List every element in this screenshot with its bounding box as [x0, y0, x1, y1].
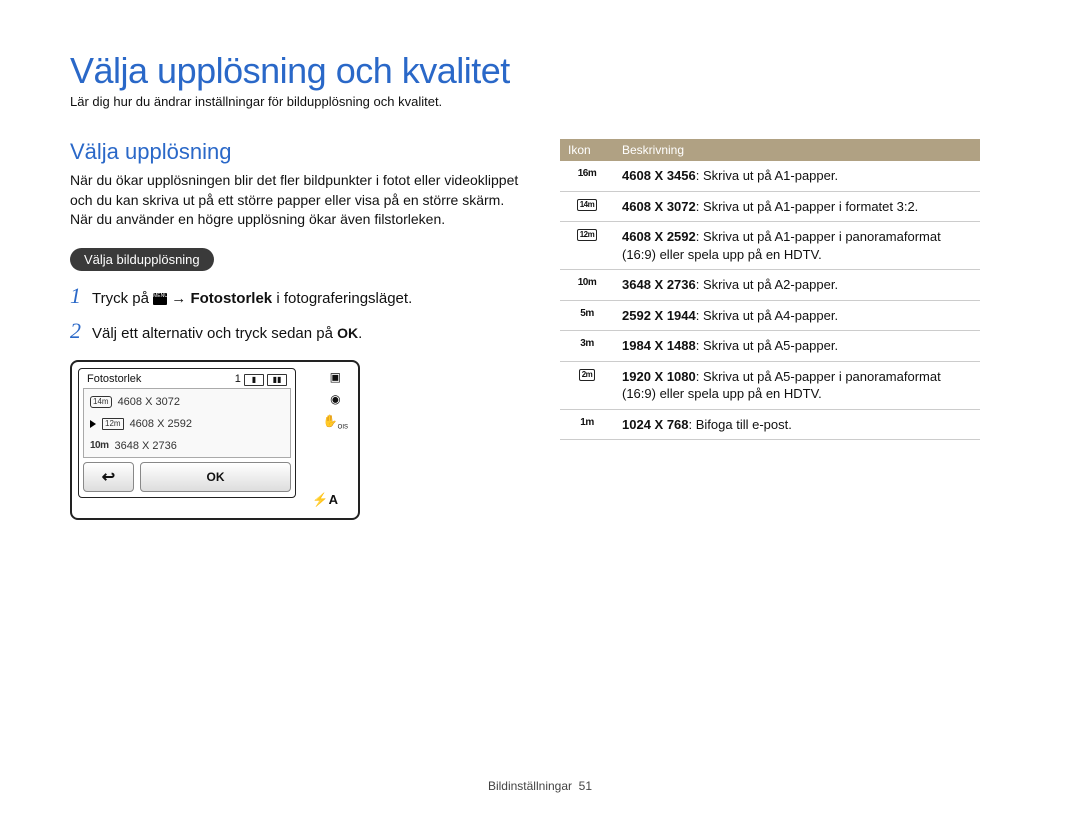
table-row: 3m 1984 X 1488: Skriva ut på A5-papper. [560, 331, 980, 362]
generic-status-icon: ▣ [330, 370, 341, 384]
res-desc-cell: 2592 X 1944: Skriva ut på A4-papper. [614, 300, 980, 331]
table-row: 5m 2592 X 1944: Skriva ut på A4-papper. [560, 300, 980, 331]
res-mini-icon: 12m [577, 229, 598, 241]
res-value: 1984 X 1488 [622, 338, 696, 353]
res-mini-icon: 5m [580, 307, 593, 321]
res-value: 4608 X 3456 [622, 168, 696, 183]
res-mini-icon: 16m [578, 167, 597, 181]
res-value: 1920 X 1080 [622, 369, 696, 384]
res-mini-icon: 2m [579, 369, 596, 381]
res-desc-cell: 4608 X 3072: Skriva ut på A1-papper i fo… [614, 191, 980, 222]
screenshot-list: 14m 4608 X 3072 12m 4608 X 2592 10m 3648… [83, 388, 291, 458]
step-1-pre: Tryck på [92, 290, 153, 307]
generic-status-icon: ◉ [330, 392, 340, 406]
res-value: 1024 X 768 [622, 417, 689, 432]
step-2-pre: Välj ett alternativ och tryck sedan på [92, 325, 337, 342]
step-2-post: . [358, 325, 362, 342]
res-icon-cell: 14m [560, 191, 614, 222]
table-row: 2m 1920 X 1080: Skriva ut på A5-papper i … [560, 361, 980, 409]
step-1: 1 Tryck på MENU → Fotostorlek i fotograf… [70, 283, 530, 311]
left-column: Välja upplösning När du ökar upplösninge… [70, 139, 530, 520]
res-mini-icon: 1m [580, 416, 593, 430]
res-icon-cell: 16m [560, 161, 614, 191]
page-footer: Bildinställningar 51 [0, 779, 1080, 793]
ois-icon: ✋OIS [323, 414, 348, 430]
table-header-icon: Ikon [560, 139, 614, 161]
res-desc: : Skriva ut på A2-papper. [696, 277, 838, 292]
res-mini-icon: 14m [577, 199, 598, 211]
footer-page-number: 51 [579, 779, 592, 793]
res-icon-cell: 1m [560, 409, 614, 440]
res-desc-cell: 1984 X 1488: Skriva ut på A5-papper. [614, 331, 980, 362]
res-desc-cell: 1920 X 1080: Skriva ut på A5-papper i pa… [614, 361, 980, 409]
res-mini-icon: 10m [578, 276, 597, 290]
list-item[interactable]: 14m 4608 X 3072 [84, 391, 290, 413]
res-desc-cell: 1024 X 768: Bifoga till e-post. [614, 409, 980, 440]
battery-icon: ▮▮ [267, 374, 287, 386]
res-icon: 12m [102, 418, 124, 430]
intro-paragraph: När du ökar upplösningen blir det fler b… [70, 171, 530, 230]
back-arrow-icon: ↩ [102, 467, 115, 487]
page-subtitle: Lär dig hur du ändrar inställningar för … [70, 94, 1010, 109]
table-row: 12m 4608 X 2592: Skriva ut på A1-papper i… [560, 222, 980, 270]
res-value: 2592 X 1944 [622, 308, 696, 323]
res-icon-cell: 5m [560, 300, 614, 331]
right-column: Ikon Beskrivning 16m4608 X 3456: Skriva … [560, 139, 980, 520]
footer-label: Bildinställningar [488, 779, 572, 793]
resolution-table: Ikon Beskrivning 16m4608 X 3456: Skriva … [560, 139, 980, 440]
selection-pointer-icon [90, 420, 96, 428]
res-icon: 14m [90, 396, 112, 408]
menu-icon: MENU [153, 293, 167, 305]
side-icons-column: ▣ ◉ ✋OIS [323, 370, 348, 430]
step-1-bold: Fotostorlek [190, 290, 272, 307]
res-desc: : Skriva ut på A1-papper i formatet 3:2. [696, 199, 919, 214]
table-row: 14m 4608 X 3072: Skriva ut på A1-papper i… [560, 191, 980, 222]
page-title: Välja upplösning och kvalitet [70, 50, 1010, 92]
res-value: 4608 X 3072 [622, 199, 696, 214]
res-desc: : Skriva ut på A4-papper. [696, 308, 838, 323]
res-label: 4608 X 2592 [130, 418, 192, 430]
flash-icon: ⚡A [312, 492, 338, 508]
camera-screenshot: Fotostorlek 1 ▮ ▮▮ 14m 4608 X 3072 [70, 360, 360, 520]
step-1-post: i fotograferingsläget. [272, 290, 412, 307]
res-icon: 10m [90, 440, 109, 451]
section-heading: Välja upplösning [70, 139, 530, 165]
res-desc: : Bifoga till e-post. [689, 417, 792, 432]
res-icon-cell: 12m [560, 222, 614, 270]
res-icon-cell: 3m [560, 331, 614, 362]
res-desc-cell: 3648 X 2736: Skriva ut på A2-papper. [614, 270, 980, 301]
list-item[interactable]: 12m 4608 X 2592 [84, 413, 290, 435]
ok-button[interactable]: OK [140, 462, 291, 492]
table-header-desc: Beskrivning [614, 139, 980, 161]
res-icon-cell: 2m [560, 361, 614, 409]
ok-icon: OK [337, 323, 358, 344]
sub-heading-pill: Välja bildupplösning [70, 248, 214, 271]
res-desc-cell: 4608 X 2592: Skriva ut på A1-papper i pa… [614, 222, 980, 270]
res-value: 3648 X 2736 [622, 277, 696, 292]
res-value: 4608 X 2592 [622, 229, 696, 244]
res-icon-cell: 10m [560, 270, 614, 301]
back-button[interactable]: ↩ [83, 462, 134, 492]
table-row: 1m 1024 X 768: Bifoga till e-post. [560, 409, 980, 440]
step-number: 2 [70, 318, 92, 344]
res-desc-cell: 4608 X 3456: Skriva ut på A1-papper. [614, 161, 980, 191]
table-row: 16m 4608 X 3456: Skriva ut på A1-papper. [560, 161, 980, 191]
res-label: 4608 X 3072 [118, 396, 180, 408]
card-icon: ▮ [244, 374, 264, 386]
res-desc: : Skriva ut på A5-papper. [696, 338, 838, 353]
screenshot-title: Fotostorlek [87, 373, 141, 386]
res-label: 3648 X 2736 [115, 440, 177, 452]
step-number: 1 [70, 283, 92, 309]
list-item[interactable]: 10m 3648 X 2736 [84, 435, 290, 457]
step-2: 2 Välj ett alternativ och tryck sedan på… [70, 318, 530, 346]
step-1-arrow: → [167, 290, 190, 307]
res-desc: : Skriva ut på A1-papper. [696, 168, 838, 183]
screenshot-count: 1 [235, 373, 241, 385]
table-row: 10m 3648 X 2736: Skriva ut på A2-papper. [560, 270, 980, 301]
res-mini-icon: 3m [580, 337, 593, 351]
